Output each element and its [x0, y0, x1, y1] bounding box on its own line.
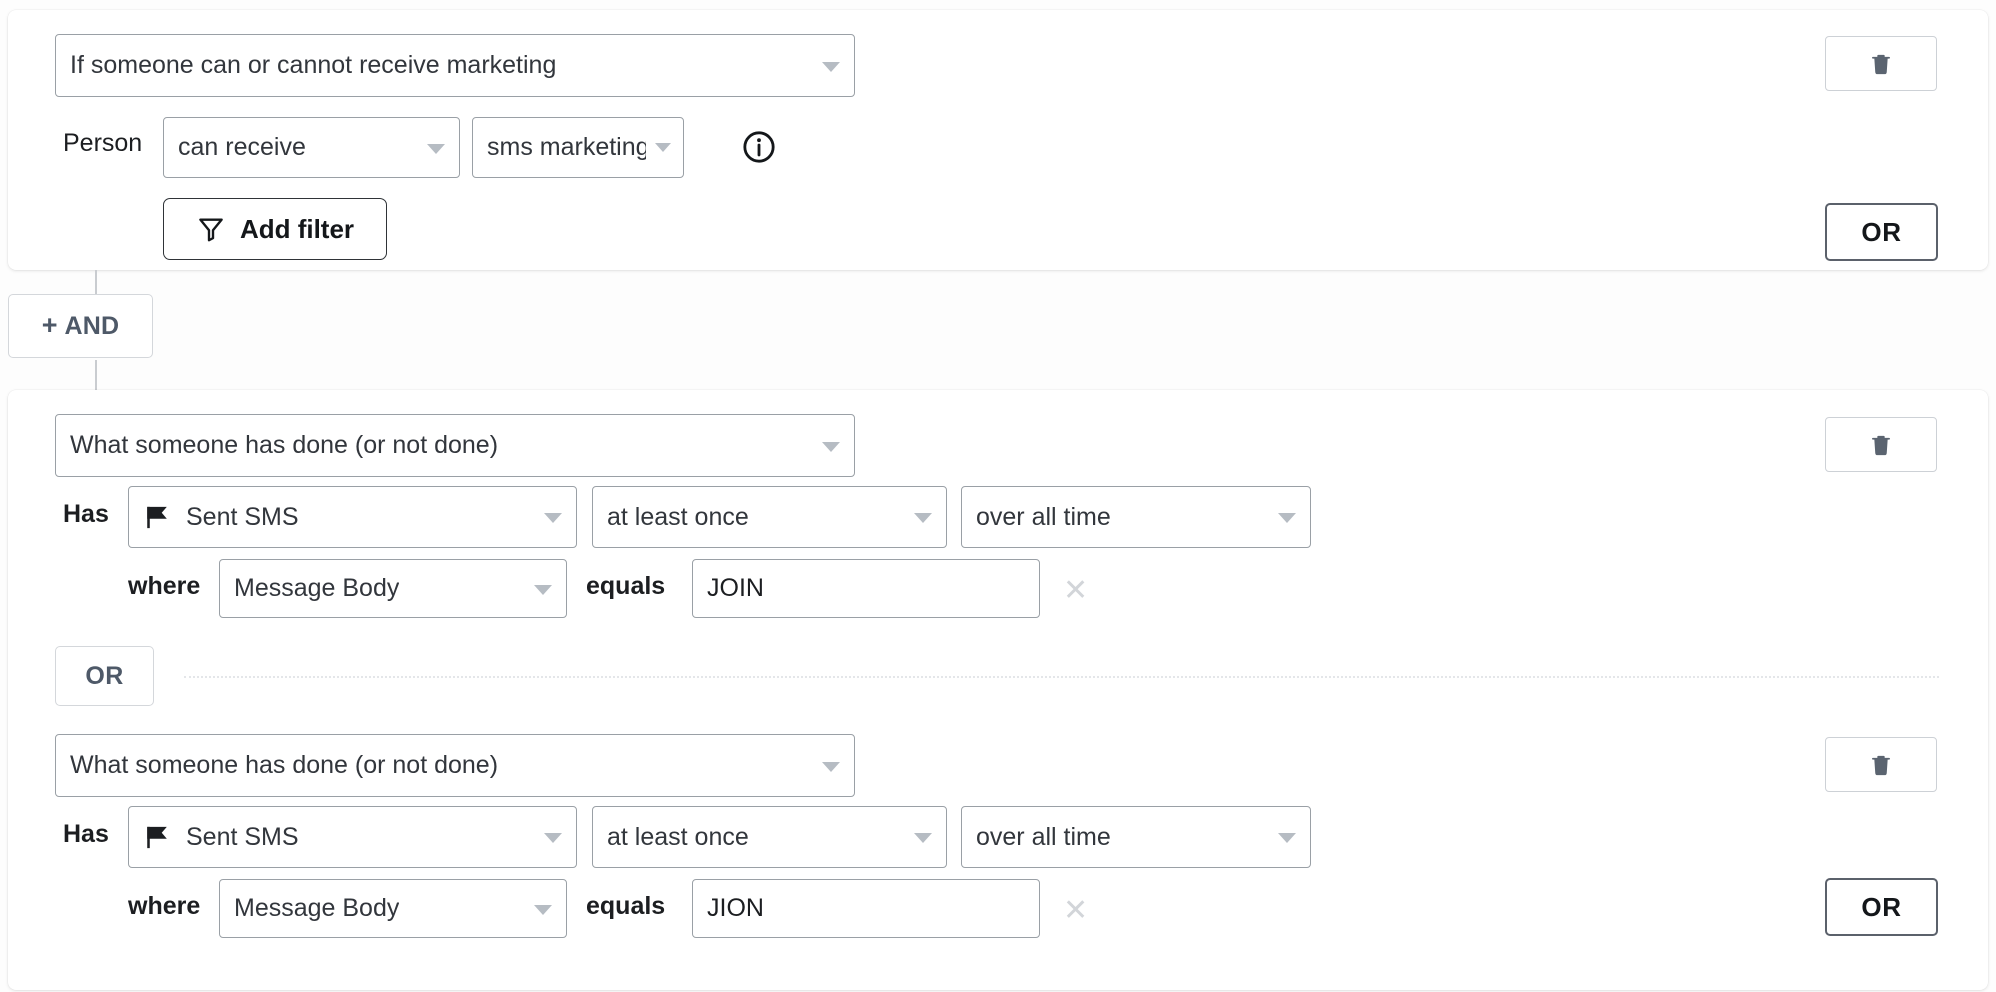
filter-value-input-a[interactable]: [692, 559, 1040, 618]
trash-icon: [1872, 54, 1890, 74]
chevron-down-icon: [822, 61, 840, 72]
group-or-button-2[interactable]: OR: [1825, 878, 1938, 936]
delete-condition-button-1[interactable]: [1825, 36, 1937, 91]
condition-type-select-2b[interactable]: What someone has done (or not done): [55, 734, 855, 797]
filter-property-select-b[interactable]: Message Body: [219, 879, 567, 938]
add-filter-label: Add filter: [239, 213, 355, 244]
where-label-a: where: [128, 571, 201, 600]
frequency-select-b-value: at least once: [607, 822, 749, 851]
timeframe-select-a-value: over all time: [976, 502, 1111, 531]
chevron-down-icon: [1278, 513, 1296, 523]
chevron-down-icon: [427, 143, 445, 154]
person-predicate-select[interactable]: can receive: [163, 117, 460, 178]
person-predicate-value: can receive: [178, 133, 306, 161]
chevron-down-icon: [534, 904, 552, 915]
trash-icon: [1872, 435, 1890, 455]
filter-value-input-b[interactable]: [692, 879, 1040, 938]
metric-select-a-value: Sent SMS: [186, 502, 299, 531]
filter-property-select-a[interactable]: Message Body: [219, 559, 567, 618]
person-prefix-label: Person: [63, 128, 143, 157]
trash-icon: [1872, 755, 1890, 775]
timeframe-select-b[interactable]: over all time: [961, 806, 1311, 868]
filter-operator-label-a: equals: [586, 571, 666, 600]
plus-icon: +: [41, 309, 58, 340]
chevron-down-icon: [534, 584, 552, 595]
or-separator-label: OR: [85, 661, 124, 690]
chevron-down-icon: [544, 833, 562, 843]
filter-property-select-b-value: Message Body: [234, 894, 400, 922]
close-x-icon[interactable]: ✕: [1063, 896, 1088, 926]
condition-type-select-1-value: If someone can or cannot receive marketi…: [70, 51, 557, 79]
and-button-label: AND: [64, 311, 120, 340]
connector-line-bottom: [95, 360, 97, 392]
filter-funnel-icon: [199, 218, 223, 242]
condition-type-select-2a-value: What someone has done (or not done): [70, 431, 499, 459]
delete-condition-button-2b[interactable]: [1825, 737, 1937, 792]
person-channel-select[interactable]: sms marketing: [472, 117, 684, 178]
sms-flag-icon: [147, 506, 167, 528]
group-or-label-1: OR: [1861, 216, 1902, 247]
close-x-icon[interactable]: ✕: [1063, 576, 1088, 606]
add-and-condition-button[interactable]: + AND: [8, 294, 153, 358]
frequency-select-a[interactable]: at least once: [592, 486, 947, 548]
person-channel-value: sms marketing: [487, 133, 646, 161]
where-label-b: where: [128, 891, 201, 920]
has-prefix-label-a: Has: [63, 499, 109, 528]
condition-type-select-2a[interactable]: What someone has done (or not done): [55, 414, 855, 477]
condition-group-card-1: If someone can or cannot receive marketi…: [8, 10, 1988, 270]
condition-group-card-2: What someone has done (or not done) Has …: [8, 390, 1988, 990]
chevron-down-icon: [544, 513, 562, 523]
group-or-button-1[interactable]: OR: [1825, 203, 1938, 261]
has-prefix-label-b: Has: [63, 819, 109, 848]
condition-type-select-1[interactable]: If someone can or cannot receive marketi…: [55, 34, 855, 97]
filter-property-select-a-value: Message Body: [234, 574, 400, 602]
metric-select-b-value: Sent SMS: [186, 822, 299, 851]
chevron-down-icon: [1278, 833, 1296, 843]
info-circle-icon[interactable]: [742, 130, 776, 169]
sms-flag-icon: [147, 826, 167, 848]
timeframe-select-a[interactable]: over all time: [961, 486, 1311, 548]
metric-select-a[interactable]: Sent SMS: [128, 486, 577, 548]
chevron-down-icon: [822, 761, 840, 772]
condition-type-select-2b-value: What someone has done (or not done): [70, 751, 499, 779]
filter-operator-label-b: equals: [586, 891, 666, 920]
metric-select-b[interactable]: Sent SMS: [128, 806, 577, 868]
delete-condition-button-2a[interactable]: [1825, 417, 1937, 472]
chevron-down-icon: [914, 513, 932, 523]
or-separator-button[interactable]: OR: [55, 646, 154, 706]
chevron-down-icon: [914, 833, 932, 843]
or-separator-divider: [184, 676, 1939, 678]
timeframe-select-b-value: over all time: [976, 822, 1111, 851]
segment-builder-canvas: If someone can or cannot receive marketi…: [0, 0, 1996, 992]
add-filter-button[interactable]: Add filter: [163, 198, 387, 260]
connector-line-top: [95, 270, 97, 295]
frequency-select-a-value: at least once: [607, 502, 749, 531]
chevron-down-icon: [822, 441, 840, 452]
group-or-label-2: OR: [1861, 891, 1902, 922]
chevron-down-icon: [655, 143, 671, 152]
frequency-select-b[interactable]: at least once: [592, 806, 947, 868]
